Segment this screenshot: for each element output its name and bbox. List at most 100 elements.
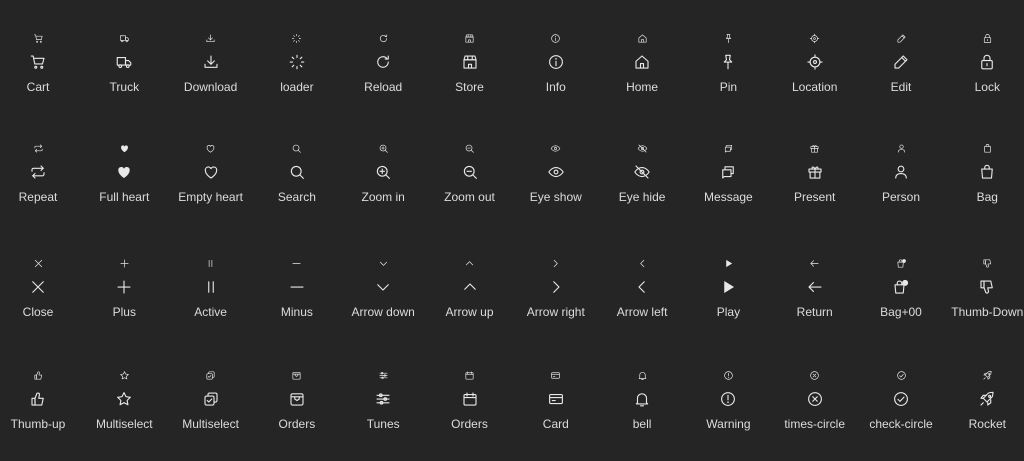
person-icon xyxy=(897,144,905,153)
truck-icon xyxy=(119,35,129,43)
edit-icon xyxy=(896,34,906,43)
edit-icon xyxy=(894,55,908,69)
bag-badge-icon xyxy=(896,259,906,268)
icon-cell-bag[interactable]: Bag xyxy=(944,143,1024,223)
tunes-icon xyxy=(379,372,388,379)
info-icon xyxy=(548,55,563,69)
chevron-right-icon xyxy=(554,259,558,268)
icon-cell-chevron-up[interactable]: Arrow up xyxy=(427,258,513,338)
icon-label: Download xyxy=(183,80,238,94)
download-icon xyxy=(206,34,215,43)
icon-cell-multiselect[interactable]: Multiselect xyxy=(168,370,254,450)
icon-label: Repeat xyxy=(18,190,58,204)
icon-label: Bag+00 xyxy=(880,305,922,319)
icon-cell-tunes[interactable]: Tunes xyxy=(340,370,426,450)
icon-cell-arrow-left[interactable]: Return xyxy=(772,258,858,338)
icon-cell-zoom-in[interactable]: Zoom in xyxy=(340,143,426,223)
icon-cell-truck[interactable]: Truck xyxy=(81,33,167,113)
icon-cell-cart[interactable]: Cart xyxy=(0,33,81,113)
rocket-icon xyxy=(983,371,992,380)
icon-cell-thumb-up[interactable]: Thumb-up xyxy=(0,370,81,450)
rocket-icon xyxy=(980,391,994,406)
pause-icon xyxy=(208,259,213,268)
icon-cell-message[interactable]: Message xyxy=(685,143,771,223)
icon-label: Card xyxy=(542,417,569,431)
icon-cell-chevron-right[interactable]: Arrow right xyxy=(513,258,599,338)
icon-cell-download[interactable]: Download xyxy=(168,33,254,113)
icon-cell-chevron-left[interactable]: Arrow left xyxy=(599,258,685,338)
eye-hide-icon xyxy=(634,165,650,179)
icon-cell-bell[interactable]: bell xyxy=(599,370,685,450)
icon-cell-close[interactable]: Close xyxy=(0,258,81,338)
icon-cell-star[interactable]: Multiselect xyxy=(81,370,167,450)
icon-cell-plus[interactable]: Plus xyxy=(81,258,167,338)
icon-cell-minus[interactable]: Minus xyxy=(254,258,340,338)
icon-cell-times-circle[interactable]: times-circle xyxy=(772,370,858,450)
icon-cell-eye-show[interactable]: Eye show xyxy=(513,143,599,223)
icon-cell-orders-box[interactable]: Orders xyxy=(254,370,340,450)
icon-cell-chevron-down[interactable]: Arrow down xyxy=(340,258,426,338)
icon-label: Cart xyxy=(26,80,50,94)
icon-cell-zoom-out[interactable]: Zoom out xyxy=(427,143,513,223)
info-icon xyxy=(551,34,561,43)
icon-cell-check-circle[interactable]: check-circle xyxy=(858,370,944,450)
message-icon xyxy=(722,166,735,179)
icon-cell-play[interactable]: Play xyxy=(685,258,771,338)
icon-cell-search[interactable]: Search xyxy=(254,143,340,223)
chevron-left-icon xyxy=(638,281,645,293)
icon-cell-heart-full[interactable]: Full heart xyxy=(81,143,167,223)
icon-cell-repeat[interactable]: Repeat xyxy=(0,143,81,223)
icon-label: Plus xyxy=(112,305,136,319)
pause-icon xyxy=(207,281,214,293)
zoom-out-icon xyxy=(465,144,474,153)
icon-cell-person[interactable]: Person xyxy=(858,143,944,223)
icon-cell-calendar[interactable]: Orders xyxy=(427,370,513,450)
eye-show-icon xyxy=(548,166,564,178)
store-icon xyxy=(465,34,474,43)
zoom-out-icon xyxy=(463,165,477,179)
icon-label: Pin xyxy=(719,80,738,94)
icon-cell-present[interactable]: Present xyxy=(772,143,858,223)
icon-label: Home xyxy=(626,80,659,94)
cart-icon xyxy=(30,55,45,69)
arrow-left-icon xyxy=(808,281,822,293)
icon-cell-loader[interactable]: loader xyxy=(254,33,340,113)
icon-cell-home[interactable]: Home xyxy=(599,33,685,113)
icon-cell-bag-badge[interactable]: Bag+00 xyxy=(858,258,944,338)
orders-box-icon xyxy=(292,371,301,380)
orders-box-icon xyxy=(290,393,304,406)
icon-cell-reload[interactable]: Reload xyxy=(340,33,426,113)
icon-cell-rocket[interactable]: Rocket xyxy=(944,370,1024,450)
icon-cell-pause[interactable]: Active xyxy=(168,258,254,338)
heart-empty-icon xyxy=(204,166,217,179)
lock-icon xyxy=(983,34,991,43)
icon-label: Arrow left xyxy=(616,305,668,319)
search-icon xyxy=(290,165,304,179)
icon-cell-info[interactable]: Info xyxy=(513,33,599,113)
icon-label: Eye hide xyxy=(618,190,666,204)
icon-cell-warning[interactable]: Warning xyxy=(685,370,771,450)
zoom-in-icon xyxy=(379,144,388,153)
calendar-icon xyxy=(462,392,477,406)
icon-cell-eye-hide[interactable]: Eye hide xyxy=(599,143,685,223)
present-icon xyxy=(808,166,822,179)
icon-label: Minus xyxy=(280,305,313,319)
bell-icon xyxy=(635,393,649,407)
icon-cell-pin[interactable]: Pin xyxy=(685,33,771,113)
icon-cell-lock[interactable]: Lock xyxy=(944,33,1024,113)
icon-cell-location[interactable]: Location xyxy=(772,33,858,113)
thumb-down-icon xyxy=(980,280,994,294)
heart-full-icon xyxy=(120,145,128,153)
icon-cell-heart-empty[interactable]: Empty heart xyxy=(168,143,254,223)
chevron-down-icon xyxy=(379,261,387,266)
icon-cell-edit[interactable]: Edit xyxy=(858,33,944,113)
icon-cell-card[interactable]: Card xyxy=(513,370,599,450)
star-icon xyxy=(120,371,129,380)
icon-cell-thumb-down[interactable]: Thumb-Down xyxy=(944,258,1024,338)
home-icon xyxy=(635,55,649,69)
tunes-icon xyxy=(376,393,390,405)
close-icon xyxy=(32,281,44,293)
icon-cell-store[interactable]: Store xyxy=(427,33,513,113)
icon-label: bell xyxy=(632,417,652,431)
close-icon xyxy=(34,259,42,268)
